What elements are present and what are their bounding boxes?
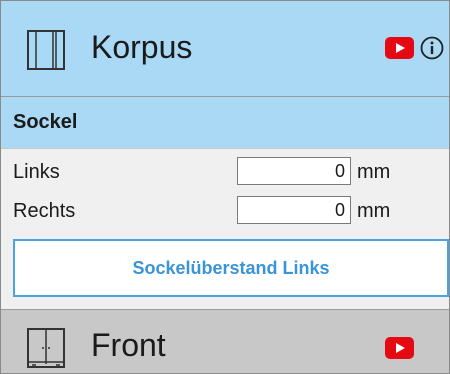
wardrobe-icon [27,30,65,70]
rechts-unit: mm [357,200,391,222]
sockel-title: Sockel [13,111,78,133]
rechts-label: Rechts [13,200,76,222]
youtube-icon[interactable] [385,37,414,59]
links-unit: mm [357,161,391,183]
youtube-icon[interactable] [385,337,414,359]
double-door-icon [27,328,65,368]
sockelueberstand-links-button[interactable]: Sockelüberstand Links [13,239,449,297]
links-input[interactable] [237,157,351,185]
rechts-row: Rechts mm [1,194,449,228]
rechts-input[interactable] [237,196,351,224]
korpus-section-header[interactable]: Korpus [1,1,449,97]
sockel-section-header: Sockel [1,97,449,149]
korpus-title: Korpus [91,29,193,65]
front-title: Front [91,327,166,363]
configurator-panel: Korpus Sockel Links mm Rechts mm Sockelü… [0,0,450,374]
info-icon[interactable] [420,36,444,60]
links-label: Links [13,161,60,183]
links-row: Links mm [1,155,449,189]
front-section-header[interactable]: Front [1,309,449,373]
